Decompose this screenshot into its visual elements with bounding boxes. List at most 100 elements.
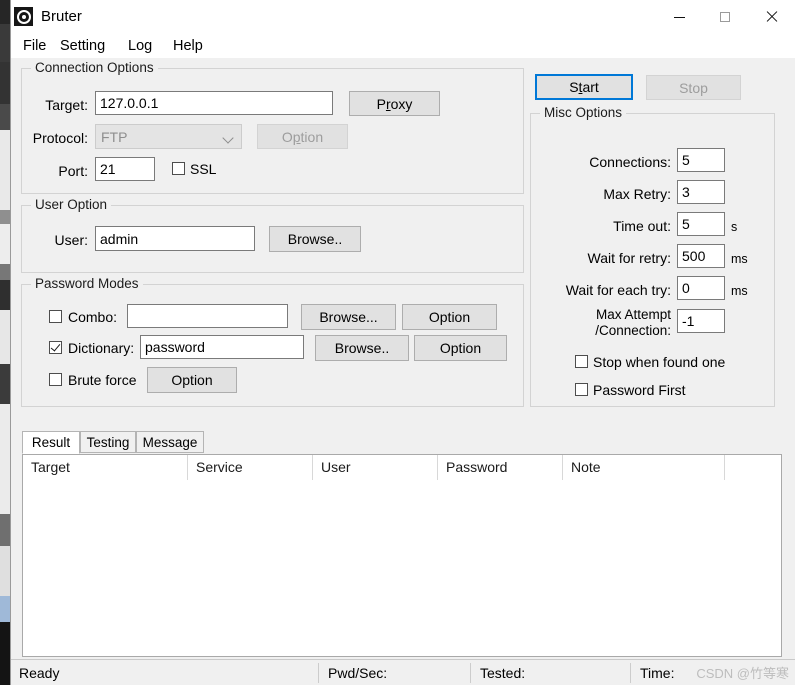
start-button-pre: S: [569, 79, 579, 95]
dictionary-browse-button[interactable]: Browse..: [315, 335, 409, 361]
misc-options-title: Misc Options: [540, 105, 627, 120]
dictionary-checkbox[interactable]: [49, 341, 62, 354]
connections-input[interactable]: [677, 148, 725, 172]
protocol-label: Protocol:: [32, 130, 88, 146]
connections-label: Connections:: [589, 154, 671, 170]
wait-each-try-input[interactable]: [677, 276, 725, 300]
results-table-header: Target Service User Password Note: [23, 455, 781, 481]
protocol-option-post: tion: [300, 128, 324, 145]
dictionary-label: Dictionary:: [68, 340, 135, 356]
user-option-title: User Option: [31, 197, 112, 212]
csdn-watermark: CSDN @竹等寒: [696, 666, 789, 681]
wait-for-retry-input[interactable]: [677, 244, 725, 268]
port-input[interactable]: [95, 157, 155, 181]
column-header-target[interactable]: Target: [23, 455, 188, 480]
proxy-button-post: oxy: [390, 95, 413, 112]
tab-message[interactable]: Message: [136, 431, 204, 453]
column-header-user[interactable]: User: [313, 455, 438, 480]
start-button[interactable]: St art: [535, 74, 633, 100]
menu-item-help[interactable]: Help: [169, 36, 207, 56]
user-option-group: User Option User: Browse..: [21, 197, 524, 273]
column-header-password[interactable]: Password: [438, 455, 563, 480]
status-ready: Ready: [19, 665, 60, 681]
maximize-icon: [720, 12, 730, 22]
tab-result[interactable]: Result: [22, 431, 80, 454]
screen: Bruter File Setting Log Help Connection …: [0, 0, 795, 685]
stop-when-found-checkbox[interactable]: [575, 355, 588, 368]
menu-item-log[interactable]: Log: [124, 36, 156, 56]
combo-input[interactable]: [127, 304, 288, 328]
combo-browse-button[interactable]: Browse...: [301, 304, 396, 330]
title-bar: Bruter: [11, 0, 795, 34]
dictionary-input[interactable]: [140, 335, 304, 359]
maximize-button[interactable]: [702, 0, 748, 34]
status-pwd-sec: Pwd/Sec:: [328, 665, 388, 681]
port-label: Port:: [58, 163, 88, 179]
timeout-label: Time out:: [613, 218, 671, 234]
results-table[interactable]: Target Service User Password Note: [22, 454, 782, 657]
menu-item-setting[interactable]: Setting: [56, 36, 109, 56]
ssl-label: SSL: [190, 161, 217, 177]
results-tabstrip: Result Testing Message: [22, 431, 782, 455]
brute-force-label: Brute force: [68, 372, 137, 388]
user-label: User:: [54, 232, 88, 248]
user-browse-button[interactable]: Browse..: [269, 226, 361, 252]
bruter-window: Bruter File Setting Log Help Connection …: [11, 0, 795, 685]
status-sep-2: [470, 663, 471, 683]
column-header-service[interactable]: Service: [188, 455, 313, 480]
minimize-icon: [673, 16, 685, 18]
results-table-body: [23, 480, 781, 656]
close-button[interactable]: [748, 0, 794, 34]
status-sep-1: [318, 663, 319, 683]
brute-force-option-button[interactable]: Option: [147, 367, 237, 393]
minimize-button[interactable]: [656, 0, 702, 34]
timeout-input[interactable]: [677, 212, 725, 236]
target-input[interactable]: [95, 91, 333, 115]
wait-each-try-label: Wait for each try:: [565, 282, 671, 298]
connection-options-group: Connection Options Target: Proxy Protoco…: [21, 60, 524, 194]
max-attempt-label-line2: /Connection:: [595, 323, 671, 338]
stop-when-found-label: Stop when found one: [593, 354, 726, 370]
wait-for-retry-unit: ms: [731, 252, 748, 266]
status-bar: Ready Pwd/Sec: Tested: Time: CSDN @竹等寒: [11, 659, 795, 685]
user-input[interactable]: [95, 226, 255, 251]
protocol-selected-value: FTP: [101, 129, 128, 145]
ssl-checkbox[interactable]: [172, 162, 185, 175]
misc-options-group: Misc Options Connections: Max Retry: Tim…: [530, 105, 775, 407]
combo-option-button[interactable]: Option: [402, 304, 497, 330]
client-area: Connection Options Target: Proxy Protoco…: [11, 58, 795, 659]
max-attempt-input[interactable]: [677, 309, 725, 333]
max-retry-label: Max Retry:: [603, 186, 671, 202]
proxy-button[interactable]: Pr oxy: [349, 91, 440, 116]
menu-bar: File Setting Log Help: [11, 34, 795, 58]
menu-item-file[interactable]: File: [19, 36, 50, 56]
wait-for-retry-label: Wait for retry:: [587, 250, 672, 266]
column-header-note[interactable]: Note: [563, 455, 725, 480]
start-button-post: art: [582, 79, 599, 95]
combo-checkbox[interactable]: [49, 310, 62, 323]
tab-testing[interactable]: Testing: [80, 431, 136, 453]
proxy-button-pre: P: [376, 95, 386, 112]
target-label: Target:: [45, 97, 88, 113]
chevron-down-icon: [224, 134, 233, 143]
status-tested: Tested:: [480, 665, 526, 681]
combo-label: Combo:: [68, 309, 118, 325]
password-first-label: Password First: [593, 382, 686, 398]
close-icon: [765, 11, 777, 23]
protocol-option-button[interactable]: Op tion: [257, 124, 348, 149]
protocol-select[interactable]: FTP: [95, 124, 242, 149]
password-modes-title: Password Modes: [31, 276, 143, 291]
protocol-option-pre: O: [281, 128, 293, 145]
wait-each-try-unit: ms: [731, 284, 748, 298]
dictionary-option-button[interactable]: Option: [414, 335, 507, 361]
window-title: Bruter: [41, 8, 82, 25]
timeout-unit: s: [731, 220, 738, 234]
connection-options-title: Connection Options: [31, 60, 158, 75]
password-first-checkbox[interactable]: [575, 383, 588, 396]
bullseye-icon: [14, 7, 33, 26]
brute-force-checkbox[interactable]: [49, 373, 62, 386]
column-header-extra[interactable]: [725, 455, 781, 480]
protocol-option-accel: p: [292, 128, 301, 145]
stop-button[interactable]: Stop: [646, 75, 741, 100]
max-retry-input[interactable]: [677, 180, 725, 204]
